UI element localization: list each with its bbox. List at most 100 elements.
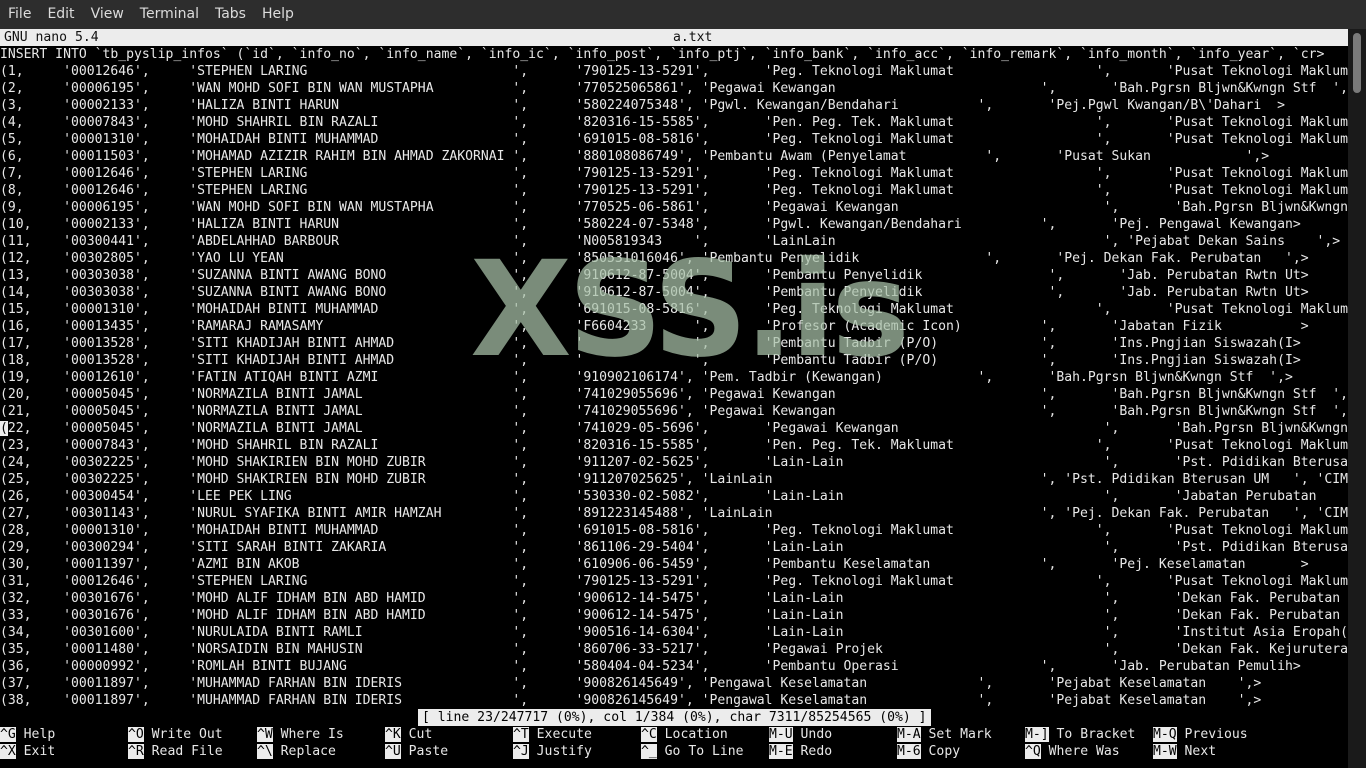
nano-title-bar: GNU nano 5.4 a.txt [0,29,1348,46]
shortcut-previous[interactable]: M-Q Previous [1153,726,1248,743]
shortcut-where-is[interactable]: ^W Where Is [257,726,344,743]
scrollbar-thumb[interactable] [1353,33,1361,93]
sql-insert-line: INSERT INTO `tb_pyslip_infos` (`id`, `in… [0,47,1325,62]
menu-view[interactable]: View [83,0,132,29]
shortcut-key: ^Q [1025,744,1041,759]
menu-bar: File Edit View Terminal Tabs Help [0,0,1366,29]
file-line: (8, '00012646', 'STEPHEN LARING ', '7901… [0,183,1348,198]
shortcut-read-file[interactable]: ^R Read File [128,743,223,760]
file-line: (20, '00005045', 'NORMAZILA BINTI JAMAL … [0,387,1348,402]
shortcut-label: Previous [1184,727,1248,742]
file-line: (17, '00013528', 'SITI KHADIJAH BINTI AH… [0,336,1301,351]
shortcut-label: Write Out [151,727,223,742]
text-cursor: ( [0,421,8,436]
shortcut-row-1: ^G Help ^O Write Out ^W Where Is ^K Cut ^T E… [0,726,1348,743]
shortcut-where-was[interactable]: ^Q Where Was [1025,743,1120,760]
shortcut-key: ^O [128,727,144,742]
file-line: (37, '00011897', 'MUHAMMAD FARHAN BIN ID… [0,676,1262,691]
shortcut-key: ^T [513,727,529,742]
shortcut-key: ^C [641,727,657,742]
shortcut-copy[interactable]: M-6 Copy [897,743,960,760]
file-line: (14, '00303038', 'SUZANNA BINTI AWANG BO… [0,285,1309,300]
file-line: (19, '00012610', 'FATIN ATIQAH BINTI AZM… [0,370,1293,385]
file-line: (38, '00011897', 'MUHAMMAD FARHAN BIN ID… [0,693,1262,708]
shortcut-label: Go To Line [664,744,744,759]
menu-edit[interactable]: Edit [39,0,82,29]
file-line: (5, '00001310', 'MOHAIDAH BINTI MUHAMMAD… [0,132,1348,147]
shortcut-next[interactable]: M-W Next [1153,743,1216,760]
file-line: (13, '00303038', 'SUZANNA BINTI AWANG BO… [0,268,1309,283]
shortcut-exit[interactable]: ^X Exit [0,743,55,760]
shortcut-replace[interactable]: ^\ Replace [257,743,336,760]
shortcut-justify[interactable]: ^J Justify [513,743,592,760]
menu-tabs[interactable]: Tabs [207,0,254,29]
menu-help[interactable]: Help [254,0,302,29]
file-line: (28, '00001310', 'MOHAIDAH BINTI MUHAMMA… [0,523,1348,538]
file-line: (9, '00006195', 'WAN MOHD SOFI BIN WAN M… [0,200,1348,215]
menu-file[interactable]: File [0,0,39,29]
shortcut-key: M-U [769,727,793,742]
file-line: (27, '00301143', 'NURUL SYAFIKA BINTI AM… [0,506,1348,521]
file-line-text: 22, '00005045', 'NORMAZILA BINTI JAMAL '… [7,421,1348,436]
file-line: (16, '00013435', 'RAMARAJ RAMASAMY ', 'F… [0,319,1309,334]
shortcut-key: ^J [513,744,529,759]
file-line: (15, '00001310', 'MOHAIDAH BINTI MUHAMMA… [0,302,1348,317]
shortcut-paste[interactable]: ^U Paste [385,743,448,760]
file-line: (30, '00011397', 'AZMI BIN AKOB ', '6109… [0,557,1309,572]
shortcut-redo[interactable]: M-E Redo [769,743,832,760]
file-line: (29, '00300294', 'SITI SARAH BINTI ZAKAR… [0,540,1348,555]
file-line: (4, '00007843', 'MOHD SHAHRIL BIN RAZALI… [0,115,1348,130]
nano-version: GNU nano 5.4 [4,30,99,45]
file-line: (26, '00300454', 'LEE PEK LING ', '53033… [0,489,1348,504]
file-line: (24, '00302225', 'MOHD SHAKIRIEN BIN MOH… [0,455,1348,470]
file-line: (3, '00002133', 'HALIZA BINTI HARUN ', '… [0,98,1285,113]
file-line: (12, '00302805', 'YAO LU YEAN ', '850531… [0,251,1309,266]
shortcut-location[interactable]: ^C Location [641,726,728,743]
shortcut-label: Exit [23,744,56,759]
file-line: (21, '00005045', 'NORMAZILA BINTI JAMAL … [0,404,1348,419]
shortcut-label: Where Was [1048,744,1120,759]
shortcut-label: Copy [928,744,961,759]
scrollbar[interactable] [1348,29,1366,768]
shortcut-cut[interactable]: ^K Cut [385,726,432,743]
file-line: (33, '00301676', 'MOHD ALIF IDHAM BIN AB… [0,608,1348,623]
file-line: (7, '00012646', 'STEPHEN LARING ', '7901… [0,166,1348,181]
shortcut-go-to-line[interactable]: ^_ Go To Line [641,743,744,760]
menu-terminal[interactable]: Terminal [132,0,207,29]
shortcut-label: Execute [536,727,592,742]
shortcut-key: ^R [128,744,144,759]
shortcut-key: ^W [257,727,273,742]
shortcut-key: M-6 [897,744,921,759]
shortcut-row-2: ^X Exit ^R Read File ^\ Replace ^U Paste ^J … [0,743,1348,760]
shortcut-set-mark[interactable]: M-A Set Mark [897,726,992,743]
shortcut-label: Set Mark [928,727,992,742]
shortcut-key: ^\ [257,744,273,759]
terminal-area[interactable]: GNU nano 5.4 a.txt INSERT INTO `tb_pysli… [0,29,1366,768]
shortcut-write-out[interactable]: ^O Write Out [128,726,223,743]
file-line: (10, '00002133', 'HALIZA BINTI HARUN ', … [0,217,1301,232]
shortcut-key: M-] [1025,727,1049,742]
shortcut-key: ^X [0,744,16,759]
shortcut-label: Help [23,727,56,742]
shortcut-label: Paste [408,744,449,759]
file-line: (32, '00301676', 'MOHD ALIF IDHAM BIN AB… [0,591,1348,606]
shortcut-key: ^_ [641,744,657,759]
shortcut-help[interactable]: ^G Help [0,726,55,743]
file-line: (2, '00006195', 'WAN MOHD SOFI BIN WAN M… [0,81,1348,96]
shortcut-execute[interactable]: ^T Execute [513,726,592,743]
shortcut-label: To Bracket [1056,727,1136,742]
file-line: (22, '00005045', 'NORMAZILA BINTI JAMAL … [0,420,1348,437]
shortcut-label: Undo [800,727,833,742]
file-line: (31, '00012646', 'STEPHEN LARING ', '790… [0,574,1348,589]
shortcut-undo[interactable]: M-U Undo [769,726,832,743]
shortcut-label: Redo [800,744,833,759]
file-line: (36, '00000992', 'ROMLAH BINTI BUJANG ',… [0,659,1301,674]
shortcut-label: Cut [408,727,433,742]
shortcut-key: ^K [385,727,401,742]
file-line: (34, '00301600', 'NURULAIDA BINTI RAMLI … [0,625,1348,640]
shortcut-key: M-Q [1153,727,1177,742]
shortcut-label: Read File [151,744,223,759]
shortcut-to-bracket[interactable]: M-] To Bracket [1025,726,1135,743]
file-line: (25, '00302225', 'MOHD SHAKIRIEN BIN MOH… [0,472,1348,487]
status-bar: [ line 23/247717 (0%), col 1/384 (0%), c… [418,709,931,726]
